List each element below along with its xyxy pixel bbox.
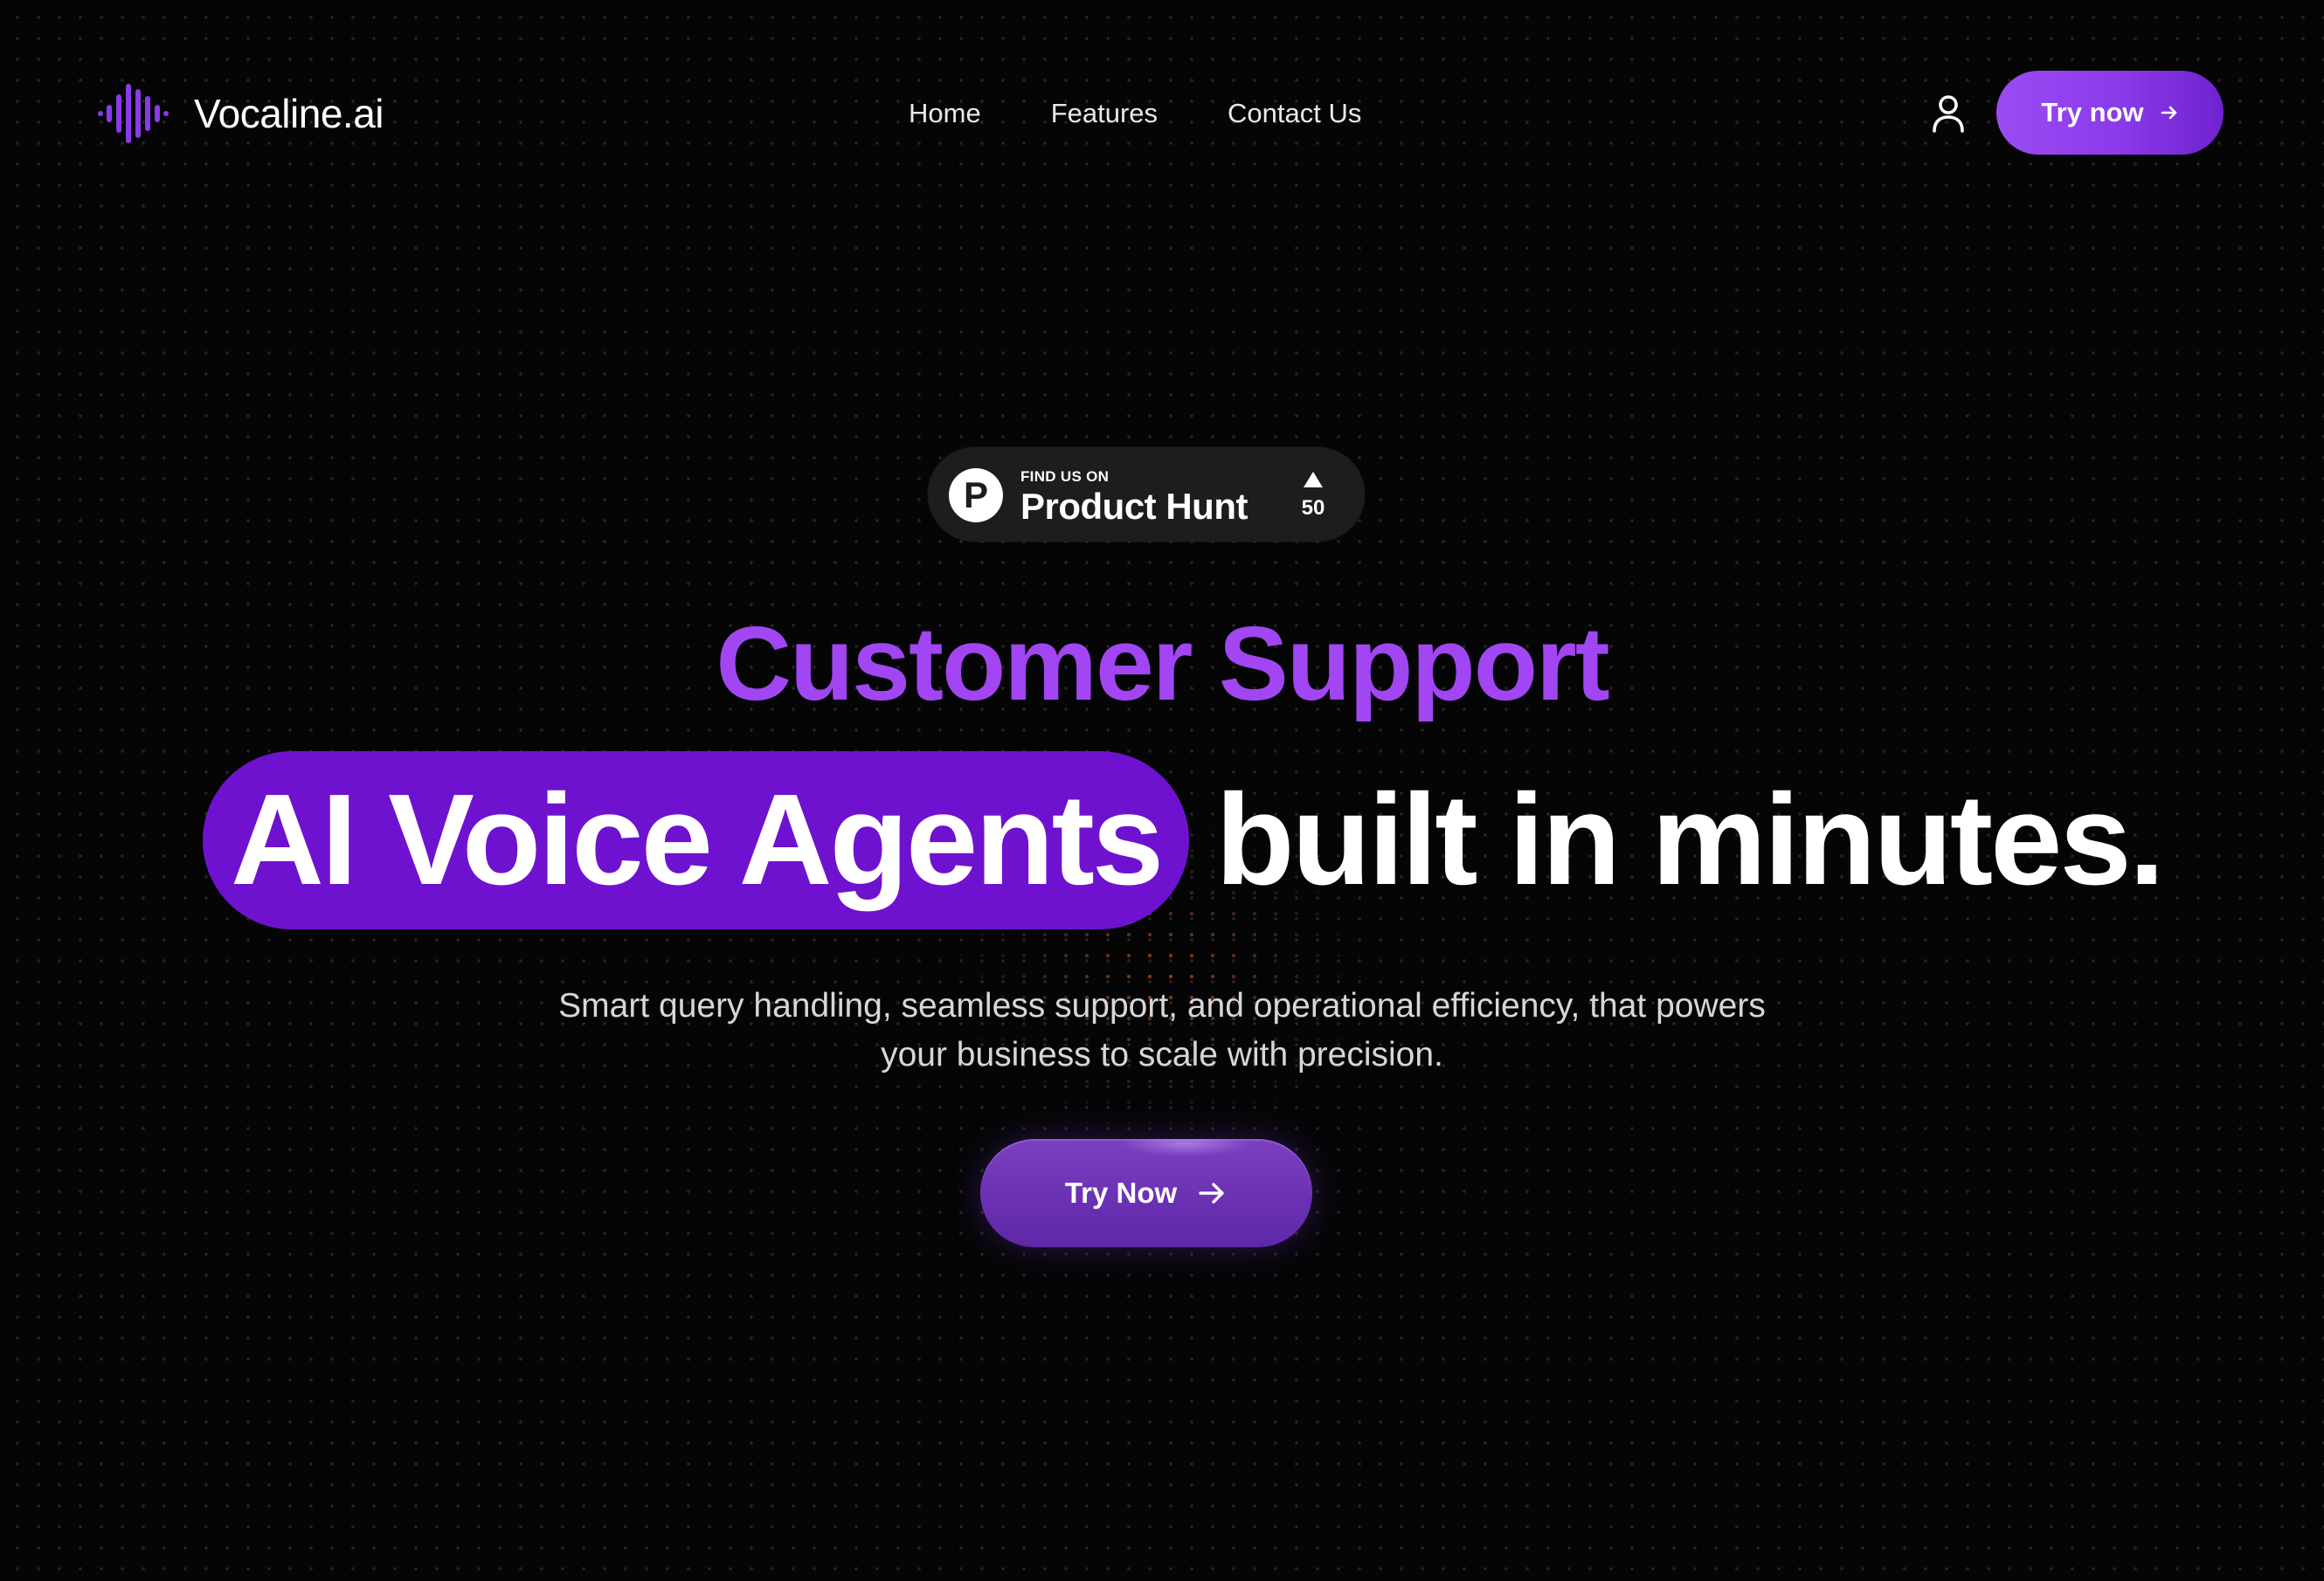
nav-link-home[interactable]: Home [909,94,981,133]
brand-name: Vocaline.ai [194,91,384,136]
nav-link-features[interactable]: Features [1051,94,1158,133]
arrow-right-icon [2161,106,2176,120]
landing-page: Vocaline.ai Home Features Contact Us Try… [0,0,2324,1581]
headline-rest: built in minutes. [1215,768,2165,912]
product-hunt-badge[interactable]: P FIND US ON Product Hunt 50 [928,447,1365,542]
waveform-logo-icon [98,84,169,143]
hero-headline: AI Voice Agents built in minutes. [203,751,2165,929]
try-now-hero-button[interactable]: Try Now [980,1139,1312,1247]
nav-links: Home Features Contact Us [909,94,1361,133]
try-now-nav-label: Try now [2041,97,2144,128]
top-nav: Vocaline.ai Home Features Contact Us Try… [0,0,2324,227]
arrow-right-icon [1199,1183,1224,1204]
hero-description-line-2: your business to scale with precision. [881,1036,1443,1074]
user-icon[interactable] [1929,93,1968,135]
product-hunt-logo-icon: P [949,468,1003,522]
upvote-triangle-icon [1304,472,1323,487]
headline-highlight-pill: AI Voice Agents [203,751,1190,929]
hero-description-line-1: Smart query handling, seamless support, … [558,987,1766,1025]
hero-description: Smart query handling, seamless support, … [463,982,1861,1080]
hero-subhead: Customer Support [716,605,1609,722]
product-hunt-eyebrow: FIND US ON [1020,468,1110,485]
button-shine [1120,1139,1251,1156]
brand-logo[interactable]: Vocaline.ai [98,79,384,148]
upvote-count: 50 [1301,496,1325,520]
nav-link-contact-us[interactable]: Contact Us [1228,94,1361,133]
try-now-nav-button[interactable]: Try now [1996,71,2224,155]
product-hunt-name: Product Hunt [1020,486,1248,527]
try-now-hero-label: Try Now [1064,1177,1178,1209]
